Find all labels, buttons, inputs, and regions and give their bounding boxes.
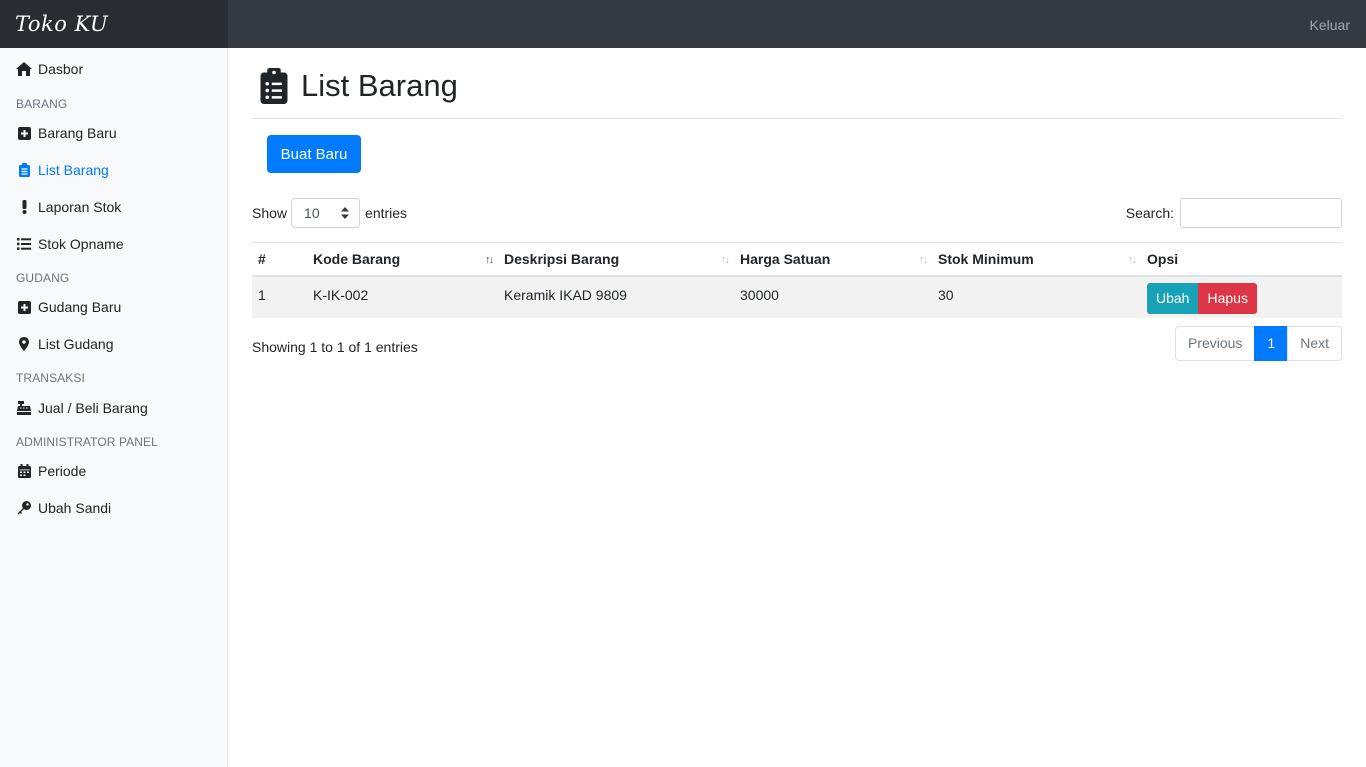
sidebar-section-barang: BARANG bbox=[16, 97, 68, 111]
sidebar-item-jual-beli[interactable]: Jual / Beli Barang bbox=[16, 396, 148, 420]
column-header-kode[interactable]: Kode Barang ↑↓ bbox=[307, 242, 498, 277]
sidebar-item-barang-baru[interactable]: Barang Baru bbox=[16, 121, 117, 145]
sidebar-section-admin: ADMINISTRATOR PANEL bbox=[16, 435, 158, 449]
sidebar-item-label: Ubah Sandi bbox=[38, 500, 112, 516]
plus-square-icon bbox=[16, 125, 32, 141]
logout-link[interactable]: Keluar bbox=[1310, 0, 1350, 50]
clipboard-list-icon bbox=[260, 68, 288, 104]
plus-square-icon bbox=[16, 299, 32, 315]
key-icon bbox=[16, 500, 32, 516]
home-icon bbox=[16, 61, 32, 77]
sort-icon: ↑↓ bbox=[721, 254, 730, 266]
sidebar-item-label: List Gudang bbox=[38, 336, 114, 352]
search-label: Search: bbox=[1125, 205, 1174, 221]
cell-harga: 30000 bbox=[734, 275, 932, 318]
entries-select[interactable]: 10 bbox=[291, 198, 361, 228]
sort-asc-icon: ↑↓ bbox=[485, 254, 494, 266]
entries-label: entries bbox=[365, 205, 408, 221]
sidebar-item-label: Dasbor bbox=[38, 61, 84, 77]
clipboard-list-icon bbox=[16, 162, 32, 178]
sidebar-section-gudang: GUDANG bbox=[16, 271, 70, 285]
page-header: List Barang bbox=[252, 66, 458, 106]
sidebar-item-label: Gudang Baru bbox=[38, 299, 122, 315]
entries-length-control: Show 10 entries bbox=[252, 198, 407, 228]
sort-icon: ↑↓ bbox=[1128, 254, 1137, 266]
sidebar-item-list-barang[interactable]: List Barang bbox=[16, 158, 109, 182]
search-input[interactable] bbox=[1180, 198, 1342, 228]
column-header-deskripsi[interactable]: Deskripsi Barang ↑↓ bbox=[498, 242, 734, 277]
create-new-button[interactable]: Buat Baru bbox=[267, 135, 361, 173]
sidebar-item-laporan-stok[interactable]: Laporan Stok bbox=[16, 195, 121, 219]
edit-button[interactable]: Ubah bbox=[1147, 282, 1199, 314]
calendar-icon bbox=[16, 463, 32, 479]
sidebar-item-label: List Barang bbox=[38, 162, 109, 178]
column-header-stok-minimum[interactable]: Stok Minimum ↑↓ bbox=[932, 242, 1141, 277]
sidebar-item-stok-opname[interactable]: Stok Opname bbox=[16, 232, 124, 256]
table-header-row: # Kode Barang ↑↓ Deskripsi Barang ↑↓ Harga… bbox=[252, 242, 1342, 277]
cell-stok-minimum: 30 bbox=[932, 275, 1141, 318]
column-header-opsi: Opsi bbox=[1141, 242, 1342, 277]
exclamation-icon bbox=[16, 199, 32, 215]
brand-logo[interactable]: Toko KU bbox=[0, 0, 228, 48]
sidebar-section-transaksi: TRANSAKSI bbox=[16, 371, 85, 385]
column-header-no[interactable]: # bbox=[252, 242, 307, 277]
sidebar-item-label: Periode bbox=[38, 463, 87, 479]
sidebar-item-dashboard[interactable]: Dasbor bbox=[16, 57, 83, 81]
sidebar-item-ubah-sandi[interactable]: Ubah Sandi bbox=[16, 496, 111, 520]
sidebar-item-label: Stok Opname bbox=[38, 236, 124, 252]
sidebar: Dasbor BARANG Barang Baru List Barang La… bbox=[0, 48, 228, 767]
items-table: # Kode Barang ↑↓ Deskripsi Barang ↑↓ Harga… bbox=[252, 242, 1342, 318]
cell-opsi: Ubah Hapus bbox=[1141, 275, 1342, 318]
sidebar-item-periode[interactable]: Periode bbox=[16, 459, 86, 483]
page-title: List Barang bbox=[301, 68, 458, 103]
cash-register-icon bbox=[16, 400, 32, 416]
map-marker-icon bbox=[16, 336, 32, 352]
list-icon bbox=[16, 236, 32, 252]
delete-button[interactable]: Hapus bbox=[1198, 282, 1257, 314]
select-arrows-icon bbox=[341, 207, 350, 219]
sidebar-item-gudang-baru[interactable]: Gudang Baru bbox=[16, 295, 121, 319]
pagination: Previous 1 Next bbox=[1174, 326, 1342, 361]
pagination-page-1[interactable]: 1 bbox=[1254, 326, 1289, 361]
cell-no: 1 bbox=[252, 275, 307, 318]
sort-icon: ↑↓ bbox=[919, 254, 928, 266]
show-label: Show bbox=[252, 205, 288, 221]
column-header-harga[interactable]: Harga Satuan ↑↓ bbox=[734, 242, 932, 277]
cell-deskripsi: Keramik IKAD 9809 bbox=[498, 275, 734, 318]
table-row: 1 K-IK-002 Keramik IKAD 9809 30000 30 Ub… bbox=[252, 275, 1342, 318]
cell-kode: K-IK-002 bbox=[307, 275, 498, 318]
title-divider bbox=[252, 118, 1342, 119]
entries-select-value: 10 bbox=[304, 205, 320, 221]
sidebar-item-list-gudang[interactable]: List Gudang bbox=[16, 332, 114, 356]
table-info: Showing 1 to 1 of 1 entries bbox=[252, 339, 418, 355]
top-navbar: Toko KU Keluar bbox=[0, 0, 1366, 48]
table-search: Search: bbox=[1126, 198, 1342, 228]
sidebar-item-label: Laporan Stok bbox=[38, 199, 122, 215]
pagination-previous[interactable]: Previous bbox=[1174, 326, 1256, 361]
sidebar-item-label: Barang Baru bbox=[38, 125, 117, 141]
pagination-next[interactable]: Next bbox=[1287, 326, 1342, 361]
sidebar-item-label: Jual / Beli Barang bbox=[38, 400, 148, 416]
